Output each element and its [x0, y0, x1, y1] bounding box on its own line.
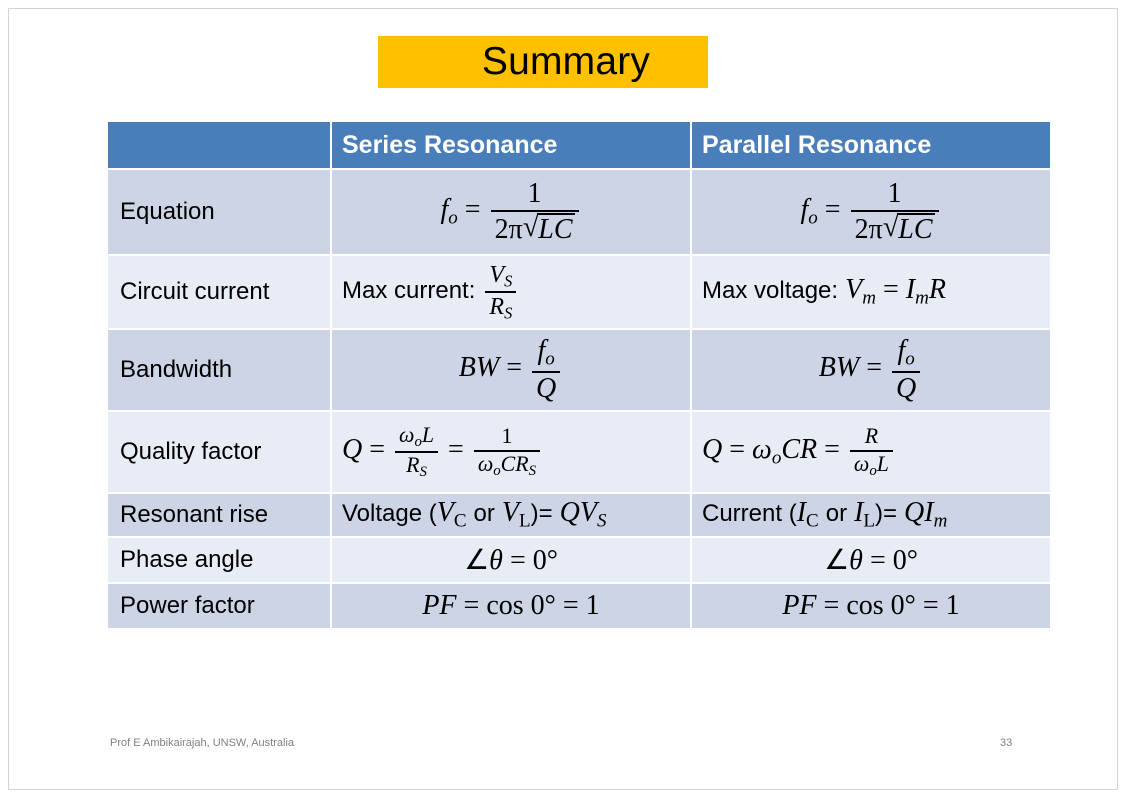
- formula-max-voltage: Max voltage: Vm = ImR: [702, 274, 946, 309]
- cell-equation-series: fo = 1 2πLC: [332, 170, 690, 254]
- table-row: Quality factor Q = ωoL RS = 1 ωoCRS Q = …: [108, 412, 1050, 492]
- table-row: Power factor PF = cos 0° = 1 PF = cos 0°…: [108, 584, 1050, 628]
- table-row: Bandwidth BW = fo Q BW = fo Q: [108, 330, 1050, 410]
- formula-bw-series: BW = fo Q: [459, 335, 563, 404]
- row-label-phase-angle: Phase angle: [108, 538, 330, 582]
- row-label-bandwidth: Bandwidth: [108, 330, 330, 410]
- row-label-resonant-rise: Resonant rise: [108, 494, 330, 536]
- formula-q-parallel: Q = ωoCR = R ωoL: [702, 425, 896, 479]
- table-row: Phase angle ∠θ = 0° ∠θ = 0°: [108, 538, 1050, 582]
- formula-bw-parallel: BW = fo Q: [819, 335, 923, 404]
- formula-q-series: Q = ωoL RS = 1 ωoCRS: [342, 423, 543, 480]
- cell-circuit-current-parallel: Max voltage: Vm = ImR: [692, 256, 1050, 328]
- formula-resonant-rise-series: Voltage (VC or VL)= QVS: [342, 497, 607, 532]
- header-cell-parallel-resonance: Parallel Resonance: [692, 122, 1050, 168]
- formula-phase-angle-series: ∠θ = 0°: [464, 545, 558, 576]
- header-cell-series-resonance: Series Resonance: [332, 122, 690, 168]
- page-title: Summary: [481, 39, 651, 83]
- formula-power-factor-series: PF = cos 0° = 1: [422, 590, 600, 621]
- table-row: Resonant rise Voltage (VC or VL)= QVS Cu…: [108, 494, 1050, 536]
- slide: Summary Series Resonance Parallel Resona…: [0, 0, 1128, 800]
- formula-max-current: Max current: VS RS: [342, 262, 519, 322]
- formula-power-factor-parallel: PF = cos 0° = 1: [782, 590, 960, 621]
- row-label-quality-factor: Quality factor: [108, 412, 330, 492]
- cell-bandwidth-series: BW = fo Q: [332, 330, 690, 410]
- formula-phase-angle-parallel: ∠θ = 0°: [824, 545, 918, 576]
- cell-quality-factor-series: Q = ωoL RS = 1 ωoCRS: [332, 412, 690, 492]
- cell-power-factor-parallel: PF = cos 0° = 1: [692, 584, 1050, 628]
- cell-bandwidth-parallel: BW = fo Q: [692, 330, 1050, 410]
- table-row: Equation fo = 1 2πLC fo: [108, 170, 1050, 254]
- footer-author: Prof E Ambikairajah, UNSW, Australia: [110, 737, 295, 749]
- row-label-power-factor: Power factor: [108, 584, 330, 628]
- cell-phase-angle-parallel: ∠θ = 0°: [692, 538, 1050, 582]
- footer-page-number: 33: [1000, 737, 1013, 749]
- cell-quality-factor-parallel: Q = ωoCR = R ωoL: [692, 412, 1050, 492]
- formula-resonant-rise-parallel: Current (IC or IL)= QIm: [702, 497, 948, 532]
- cell-circuit-current-series: Max current: VS RS: [332, 256, 690, 328]
- cell-resonant-rise-parallel: Current (IC or IL)= QIm: [692, 494, 1050, 536]
- table-header-row: Series Resonance Parallel Resonance: [108, 122, 1050, 168]
- formula-fo-series: fo = 1 2πLC: [440, 178, 581, 245]
- cell-resonant-rise-series: Voltage (VC or VL)= QVS: [332, 494, 690, 536]
- table-row: Circuit current Max current: VS RS Max v…: [108, 256, 1050, 328]
- summary-table: Series Resonance Parallel Resonance Equa…: [106, 120, 1052, 630]
- formula-fo-parallel: fo = 1 2πLC: [800, 178, 941, 245]
- row-label-circuit-current: Circuit current: [108, 256, 330, 328]
- summary-table-container: Series Resonance Parallel Resonance Equa…: [108, 122, 1050, 628]
- title-banner: Summary: [378, 36, 708, 88]
- cell-equation-parallel: fo = 1 2πLC: [692, 170, 1050, 254]
- row-label-equation: Equation: [108, 170, 330, 254]
- table-body: Equation fo = 1 2πLC fo: [108, 170, 1050, 628]
- header-cell-blank: [108, 122, 330, 168]
- table-header: Series Resonance Parallel Resonance: [108, 122, 1050, 168]
- cell-phase-angle-series: ∠θ = 0°: [332, 538, 690, 582]
- cell-power-factor-series: PF = cos 0° = 1: [332, 584, 690, 628]
